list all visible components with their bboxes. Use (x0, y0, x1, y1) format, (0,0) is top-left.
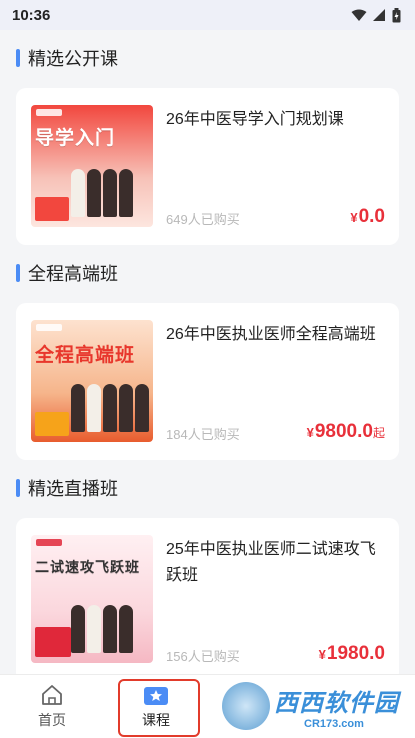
home-icon (42, 684, 62, 705)
course-book-icon (144, 686, 168, 705)
watermark-text: 西西软件园 (274, 689, 399, 717)
thumbnail-badge (35, 627, 71, 657)
course-thumbnail: 全程高端班 (31, 320, 153, 442)
section-accent-bar (16, 479, 20, 497)
buyer-count: 184人已购买 (166, 427, 240, 442)
section-accent-bar (16, 49, 20, 67)
course-thumbnail: 导学入门 (31, 105, 153, 227)
wifi-icon (351, 9, 367, 21)
section-accent-bar (16, 264, 20, 282)
battery-icon (392, 7, 401, 22)
teacher-photos (71, 169, 133, 217)
course-price: ¥0.0 (350, 206, 385, 227)
bottom-tab-bar: 首页 课程 西西软件园 CR173.com (0, 674, 415, 738)
site-watermark: 西西软件园 CR173.com (222, 680, 407, 732)
course-card[interactable]: 二试速攻飞跃班 25年中医执业医师二试速攻飞跃班 156人已购买 ¥1980.0 (16, 518, 399, 674)
section-title-live-class: 精选直播班 (0, 468, 415, 508)
course-thumbnail: 二试速攻飞跃班 (31, 535, 153, 663)
watermark-logo-icon (222, 682, 270, 730)
section-title-text: 全程高端班 (28, 264, 118, 284)
thumbnail-badge (35, 412, 69, 436)
buyer-count: 649人已购买 (166, 212, 240, 227)
thumbnail-badge (35, 197, 69, 221)
section-title-text: 精选直播班 (28, 479, 118, 499)
tab-home[interactable]: 首页 (0, 675, 104, 738)
course-card[interactable]: 全程高端班 26年中医执业医师全程高端班 184人已购买 ¥9800.0起 (16, 303, 399, 460)
tab-courses-label: 课程 (142, 711, 170, 728)
status-bar: 10:36 (0, 0, 415, 30)
section-title-text: 精选公开课 (28, 49, 118, 69)
course-title: 25年中医执业医师二试速攻飞跃班 (166, 541, 376, 584)
brand-logo (36, 539, 62, 546)
buyer-count: 156人已购买 (166, 649, 240, 664)
tab-home-label: 首页 (38, 711, 66, 728)
watermark-subtext: CR173.com (304, 717, 364, 730)
teacher-photos (71, 384, 149, 432)
section-title-open-courses: 精选公开课 (0, 38, 415, 78)
course-list[interactable]: 精选公开课 导学入门 26年中医导学入门规划课 649人已购买 ¥0.0 全程高… (0, 30, 415, 674)
status-time: 10:36 (12, 6, 51, 24)
teacher-photos (71, 605, 133, 653)
course-price: ¥9800.0起 (306, 421, 385, 442)
course-title: 26年中医导学入门规划课 (166, 111, 344, 128)
course-card[interactable]: 导学入门 26年中医导学入门规划课 649人已购买 ¥0.0 (16, 88, 399, 245)
thumbnail-headline: 二试速攻飞跃班 (35, 559, 140, 575)
tab-courses[interactable]: 课程 (104, 675, 208, 738)
status-icons (351, 7, 401, 23)
thumbnail-headline: 全程高端班 (35, 345, 136, 366)
brand-logo (36, 324, 62, 331)
section-title-premium-class: 全程高端班 (0, 253, 415, 293)
course-title: 26年中医执业医师全程高端班 (166, 326, 376, 343)
brand-logo (36, 109, 62, 116)
signal-icon (373, 8, 385, 21)
thumbnail-headline: 导学入门 (35, 128, 116, 149)
course-price: ¥1980.0 (318, 643, 385, 664)
